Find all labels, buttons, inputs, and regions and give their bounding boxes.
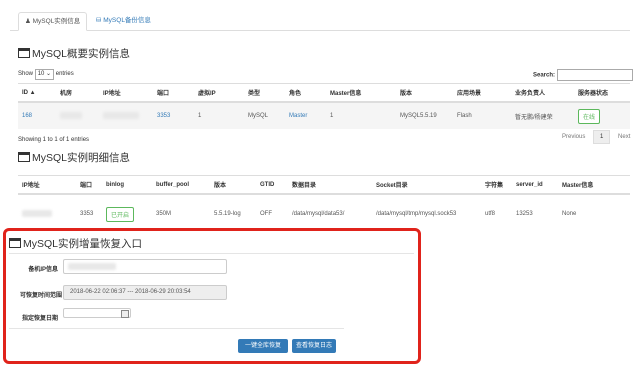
tab-bar: ♟ MySQL实例信息 ⛁ MySQL备份信息 <box>10 8 630 31</box>
list-icon <box>18 48 30 58</box>
role-link[interactable]: Master <box>289 113 307 119</box>
divider <box>9 253 414 254</box>
table-header-row: IP地址 端口 binlog buffer_pool 版本 GTID 数据目录 … <box>18 175 630 195</box>
master-cell: 1 <box>326 101 396 129</box>
column-header: binlog <box>102 175 152 195</box>
show-label: Show <box>18 71 34 77</box>
status-badge[interactable]: 在线 <box>578 108 601 124</box>
column-header: GTID <box>256 175 288 195</box>
overview-table: ID ▲ 机房 IP地址 端口 虚拟IP 类型 角色 Master信息 版本 应… <box>18 83 630 129</box>
range-field: 2018-06-22 02:06:37 --- 2018-06-29 20:03… <box>63 285 227 300</box>
column-header[interactable]: Master信息 <box>326 83 396 103</box>
overview-title: MySQL概要实例信息 <box>18 46 130 61</box>
column-header[interactable]: 类型 <box>244 83 285 103</box>
user-icon: ♟ <box>25 18 31 25</box>
column-header[interactable]: 应用场景 <box>453 83 511 103</box>
column-header: Socket目录 <box>372 175 481 195</box>
column-header: Master信息 <box>558 175 630 195</box>
pagination: Previous 1 Next <box>556 130 636 144</box>
search-label: Search: <box>533 72 556 79</box>
charset-cell: utf8 <box>481 193 512 233</box>
restore-date-label: 指定恢复日期 <box>21 316 58 322</box>
page-length-select[interactable]: 10 ⌄ <box>34 69 55 80</box>
one-click-restore-button[interactable]: 一键全库恢复 <box>238 339 288 353</box>
column-header[interactable]: 角色 <box>285 83 326 103</box>
scene-cell: Flash <box>453 101 511 129</box>
vip-cell: 1 <box>194 101 244 129</box>
list-icon <box>9 238 21 248</box>
column-header[interactable]: 端口 <box>153 83 194 103</box>
backup-ip-input[interactable] <box>63 259 227 274</box>
column-header[interactable]: 业务负责人 <box>511 83 574 103</box>
list-icon <box>18 152 30 162</box>
range-value: 2018-06-22 02:06:37 --- 2018-06-29 20:03… <box>70 289 191 295</box>
tab-mysql-backup-info[interactable]: ⛁ MySQL备份信息 <box>90 12 157 29</box>
divider <box>9 328 344 329</box>
binlog-badge[interactable]: 已开启 <box>106 206 135 222</box>
column-header[interactable]: 服务器状态 <box>574 83 630 103</box>
range-label: 可恢复时间范围 <box>19 293 62 299</box>
page-button[interactable]: 1 <box>593 130 611 144</box>
column-header: 数据目录 <box>288 175 372 195</box>
column-header[interactable]: 版本 <box>396 83 453 103</box>
server-id-cell: 13253 <box>512 193 558 233</box>
column-header[interactable]: IP地址 <box>99 83 153 103</box>
next-button[interactable]: Next <box>612 131 636 143</box>
database-icon: ⛁ <box>96 17 102 24</box>
instance-id-link[interactable]: 168 <box>22 113 32 119</box>
redacted-ip <box>103 111 139 119</box>
tab-mysql-instance-info[interactable]: ♟ MySQL实例信息 <box>18 12 88 31</box>
tab-label: MySQL实例信息 <box>32 18 81 25</box>
previous-button[interactable]: Previous <box>556 131 591 143</box>
search-input[interactable] <box>556 69 633 81</box>
column-header: buffer_pool <box>152 175 210 195</box>
column-header[interactable]: 机房 <box>56 83 99 103</box>
version-cell: MySQL5.5.19 <box>396 101 453 129</box>
search-control: Search: <box>533 69 633 81</box>
type-cell: MySQL <box>244 101 285 129</box>
port-link[interactable]: 3353 <box>157 113 170 119</box>
detail-title: MySQL实例明细信息 <box>18 150 130 165</box>
view-restore-log-button[interactable]: 查看恢复日志 <box>292 339 336 353</box>
redacted-datacenter <box>60 111 82 119</box>
sort-icon: ▲ <box>29 89 36 96</box>
table-header-row: ID ▲ 机房 IP地址 端口 虚拟IP 类型 角色 Master信息 版本 应… <box>18 83 630 103</box>
redacted-ip <box>22 209 52 217</box>
column-header: 版本 <box>210 175 256 195</box>
calendar-icon <box>121 310 129 318</box>
column-header[interactable]: 虚拟IP <box>194 83 244 103</box>
column-header: server_id <box>512 175 558 195</box>
master-cell: None <box>558 193 630 233</box>
backup-ip-label: 备机IP信息 <box>28 267 58 273</box>
restore-date-input[interactable] <box>63 308 131 318</box>
column-header: IP地址 <box>18 175 76 195</box>
redacted-ip <box>68 263 116 270</box>
table-row: 168 3353 1 MySQL Master 1 MySQL5.5.19 Fl… <box>18 101 630 129</box>
column-header[interactable]: ID ▲ <box>18 83 56 103</box>
column-header: 字符集 <box>481 175 512 195</box>
detail-table: IP地址 端口 binlog buffer_pool 版本 GTID 数据目录 … <box>18 175 630 233</box>
page-length-control: Show 10 ⌄ entries <box>18 69 74 80</box>
owner-cell: 暂无鹏/杨建荣 <box>511 101 574 129</box>
restore-title: MySQL实例增量恢复入口 <box>9 236 142 251</box>
table-info: Showing 1 to 1 of 1 entries <box>18 137 90 143</box>
tab-label: MySQL备份信息 <box>103 17 151 24</box>
column-header: 端口 <box>76 175 102 195</box>
entries-label: entries <box>55 71 74 77</box>
